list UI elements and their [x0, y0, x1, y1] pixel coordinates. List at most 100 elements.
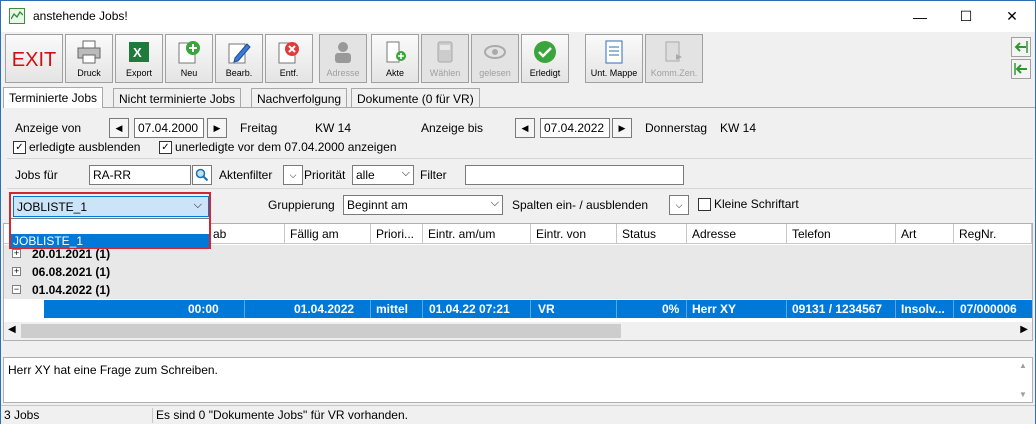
entf-button[interactable]: Entf.: [265, 34, 313, 83]
horizontal-scrollbar[interactable]: ◀ ▶: [4, 322, 1032, 340]
expand-icon[interactable]: +: [12, 267, 21, 276]
jobliste-options: JOBLISTE_1: [11, 218, 209, 248]
kleine-schrift-checkbox[interactable]: [698, 198, 711, 211]
cell-eintr-von: VR: [538, 302, 555, 316]
exit-label: EXIT: [11, 49, 57, 71]
komm-zen-label: Komm.Zen.: [650, 68, 698, 78]
collapse-icon[interactable]: −: [12, 285, 21, 294]
app-icon: [9, 8, 25, 24]
export-button[interactable]: X Export: [115, 34, 163, 83]
anzeige-bis-next-button[interactable]: ▶: [612, 118, 632, 138]
gruppierung-select[interactable]: Beginnt am ⌵: [343, 195, 503, 215]
adresse-label: Adresse: [326, 68, 360, 78]
tab-dokumente[interactable]: Dokumente (0 für VR): [351, 88, 480, 108]
anzeige-von-day: Freitag: [240, 121, 278, 135]
toolbar: EXIT Druck X Export Neu Bearb. Entf. Adr…: [1, 32, 1035, 84]
chevron-down-icon: ⌵: [193, 199, 202, 211]
column-header-eintr-von[interactable]: Eintr. von: [531, 224, 617, 244]
unt-mappe-label: Unt. Mappe: [590, 68, 638, 78]
prioritaet-select[interactable]: alle ⌵: [352, 165, 414, 185]
close-icon: ✕: [1006, 8, 1018, 24]
neu-button[interactable]: Neu: [165, 34, 213, 83]
group-row[interactable]: + 06.08.2021 (1): [4, 263, 1032, 281]
chevron-down-icon: ⌵: [289, 169, 297, 180]
column-header-status[interactable]: Status: [617, 224, 687, 244]
column-header-faellig[interactable]: Fällig am: [285, 224, 371, 244]
expand-icon[interactable]: +: [12, 249, 21, 258]
side-arrow-button-2[interactable]: [1011, 59, 1031, 79]
jobs-fuer-input[interactable]: RA-RR: [89, 165, 191, 185]
column-header-prioritaet[interactable]: Priori...: [371, 224, 423, 244]
close-button[interactable]: ✕: [989, 1, 1035, 32]
side-arrow-button-1[interactable]: [1011, 37, 1031, 57]
spalten-dropdown[interactable]: ⌵: [669, 195, 689, 215]
anzeige-von-prev-button[interactable]: ◀: [109, 118, 129, 138]
unerledigte-checkbox[interactable]: ✓: [159, 141, 172, 154]
jobliste-dropdown[interactable]: JOBLISTE_1 ⌵ JOBLISTE_1: [9, 192, 211, 249]
aktenfilter-dropdown[interactable]: ⌵: [283, 165, 303, 185]
unt-mappe-button[interactable]: Unt. Mappe: [585, 34, 643, 83]
column-header-telefon[interactable]: Telefon: [787, 224, 896, 244]
kleine-schrift-label: Kleine Schriftart: [714, 197, 799, 211]
maximize-button[interactable]: ☐: [943, 1, 989, 32]
column-header-regnr[interactable]: RegNr.: [954, 224, 1032, 244]
triangle-left-icon: ◀: [521, 122, 529, 133]
separator: [7, 188, 1033, 189]
jobs-fuer-label: Jobs für: [15, 168, 58, 182]
group-row[interactable]: − 01.04.2022 (1): [4, 281, 1032, 299]
anzeige-von-input[interactable]: 07.04.2000: [134, 118, 204, 138]
status-message: Es sind 0 "Dokumente Jobs" für VR vorhan…: [156, 408, 408, 422]
anzeige-bis-prev-button[interactable]: ◀: [515, 118, 535, 138]
komm-zen-button[interactable]: Komm.Zen.: [645, 34, 703, 83]
tab-nachverfolgung[interactable]: Nachverfolgung: [251, 88, 348, 108]
waehlen-button[interactable]: Wählen: [421, 34, 469, 83]
jobliste-select[interactable]: JOBLISTE_1 ⌵: [13, 196, 209, 217]
window-title: anstehende Jobs!: [33, 9, 128, 23]
aktenfilter-label: Aktenfilter: [219, 168, 273, 182]
minimize-icon: —: [913, 8, 927, 25]
file-add-icon: [386, 41, 406, 63]
scroll-right-icon[interactable]: ▶: [1020, 324, 1028, 335]
table-row[interactable]: 00:00 01.04.2022 mittel 01.04.22 07:21 V…: [44, 300, 1032, 318]
anzeige-bis-kw: KW 14: [720, 121, 757, 135]
filter-label: Filter: [420, 168, 447, 182]
spalten-label: Spalten ein- / ausblenden: [512, 198, 649, 212]
column-header-adresse[interactable]: Adresse: [687, 224, 787, 244]
akte-label: Akte: [385, 68, 404, 78]
akte-button[interactable]: Akte: [371, 34, 419, 83]
scroll-up-icon[interactable]: ▲: [1016, 361, 1030, 370]
column-header-art[interactable]: Art: [896, 224, 954, 244]
minimize-button[interactable]: —: [897, 1, 943, 32]
exit-button[interactable]: EXIT: [5, 34, 63, 83]
scroll-left-icon[interactable]: ◀: [8, 324, 16, 335]
filter-input[interactable]: [465, 165, 684, 185]
scrollbar-thumb[interactable]: [21, 324, 621, 338]
erledigte-checkbox[interactable]: ✓: [13, 141, 26, 154]
tab-strip: Terminierte Jobs Nicht terminierte Jobs …: [1, 87, 1035, 108]
gelesen-button[interactable]: gelesen: [471, 34, 519, 83]
memo-box[interactable]: Herr XY hat eine Frage zum Schreiben. ▲ …: [3, 357, 1033, 403]
cell-divider: [422, 300, 423, 318]
cell-divider: [786, 300, 787, 318]
anzeige-bis-day: Donnerstag: [645, 121, 708, 135]
erledigt-button[interactable]: Erledigt: [521, 34, 569, 83]
tab-nicht-terminierte-jobs[interactable]: Nicht terminierte Jobs: [113, 88, 242, 108]
prioritaet-value: alle: [356, 168, 375, 182]
cell-eintr-am: 01.04.22 07:21: [429, 302, 510, 316]
anzeige-von-next-button[interactable]: ▶: [207, 118, 227, 138]
bearb-button[interactable]: Bearb.: [215, 34, 263, 83]
main-window: anstehende Jobs! — ☐ ✕ EXIT Druck X Expo…: [0, 0, 1036, 424]
search-icon: [195, 168, 209, 182]
jobliste-option[interactable]: JOBLISTE_1: [11, 234, 209, 248]
adresse-button[interactable]: Adresse: [319, 34, 367, 83]
anzeige-bis-input[interactable]: 07.04.2022: [540, 118, 610, 138]
column-header-eintr-am[interactable]: Eintr. am/um: [423, 224, 531, 244]
column-header-ab-text[interactable]: ab: [208, 224, 285, 244]
chevron-down-icon: ⌵: [490, 197, 499, 209]
tab-terminierte-jobs[interactable]: Terminierte Jobs: [3, 87, 104, 108]
jobs-fuer-search-button[interactable]: [192, 165, 212, 185]
group-label: 20.01.2021 (1): [32, 247, 111, 261]
scroll-down-icon[interactable]: ▼: [1016, 390, 1030, 399]
druck-button[interactable]: Druck: [65, 34, 113, 83]
gruppierung-label: Gruppierung: [268, 198, 335, 212]
